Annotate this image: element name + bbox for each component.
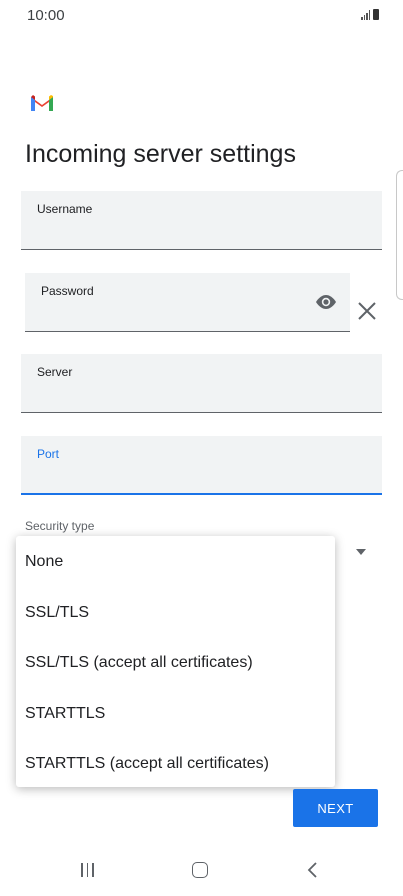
close-icon[interactable] [356, 300, 378, 322]
recent-apps-icon[interactable] [81, 863, 94, 877]
status-icons [361, 9, 379, 20]
menu-item-starttls[interactable]: STARTTLS [25, 705, 105, 723]
port-field[interactable]: Port [21, 436, 382, 495]
menu-item-none[interactable]: None [25, 553, 63, 571]
username-label: Username [37, 202, 93, 216]
home-icon[interactable] [192, 862, 208, 878]
server-field[interactable]: Server [21, 354, 382, 413]
menu-item-ssl-tls-accept-all[interactable]: SSL/TLS (accept all certificates) [25, 654, 253, 672]
back-icon[interactable] [306, 861, 320, 879]
gmail-logo [31, 95, 53, 111]
security-type-label: Security type [25, 519, 95, 533]
status-time: 10:00 [27, 7, 65, 24]
port-label: Port [37, 447, 60, 461]
menu-item-starttls-accept-all[interactable]: STARTTLS (accept all certificates) [25, 755, 269, 773]
security-type-dropdown-menu: None SSL/TLS SSL/TLS (accept all certifi… [16, 536, 335, 787]
navigation-bar [0, 846, 403, 896]
dropdown-arrow-icon[interactable] [356, 549, 366, 555]
scroll-indicator [396, 170, 403, 300]
eye-icon[interactable] [314, 293, 338, 311]
status-bar: 10:00 [0, 0, 403, 34]
menu-item-ssl-tls[interactable]: SSL/TLS [25, 604, 89, 622]
signal-icon [361, 10, 370, 20]
password-field[interactable]: Password [25, 273, 350, 332]
password-label: Password [41, 284, 94, 298]
username-field[interactable]: Username [21, 191, 382, 250]
next-button[interactable]: NEXT [293, 789, 378, 827]
battery-icon [373, 9, 379, 20]
server-label: Server [37, 365, 73, 379]
page-title: Incoming server settings [25, 140, 296, 168]
